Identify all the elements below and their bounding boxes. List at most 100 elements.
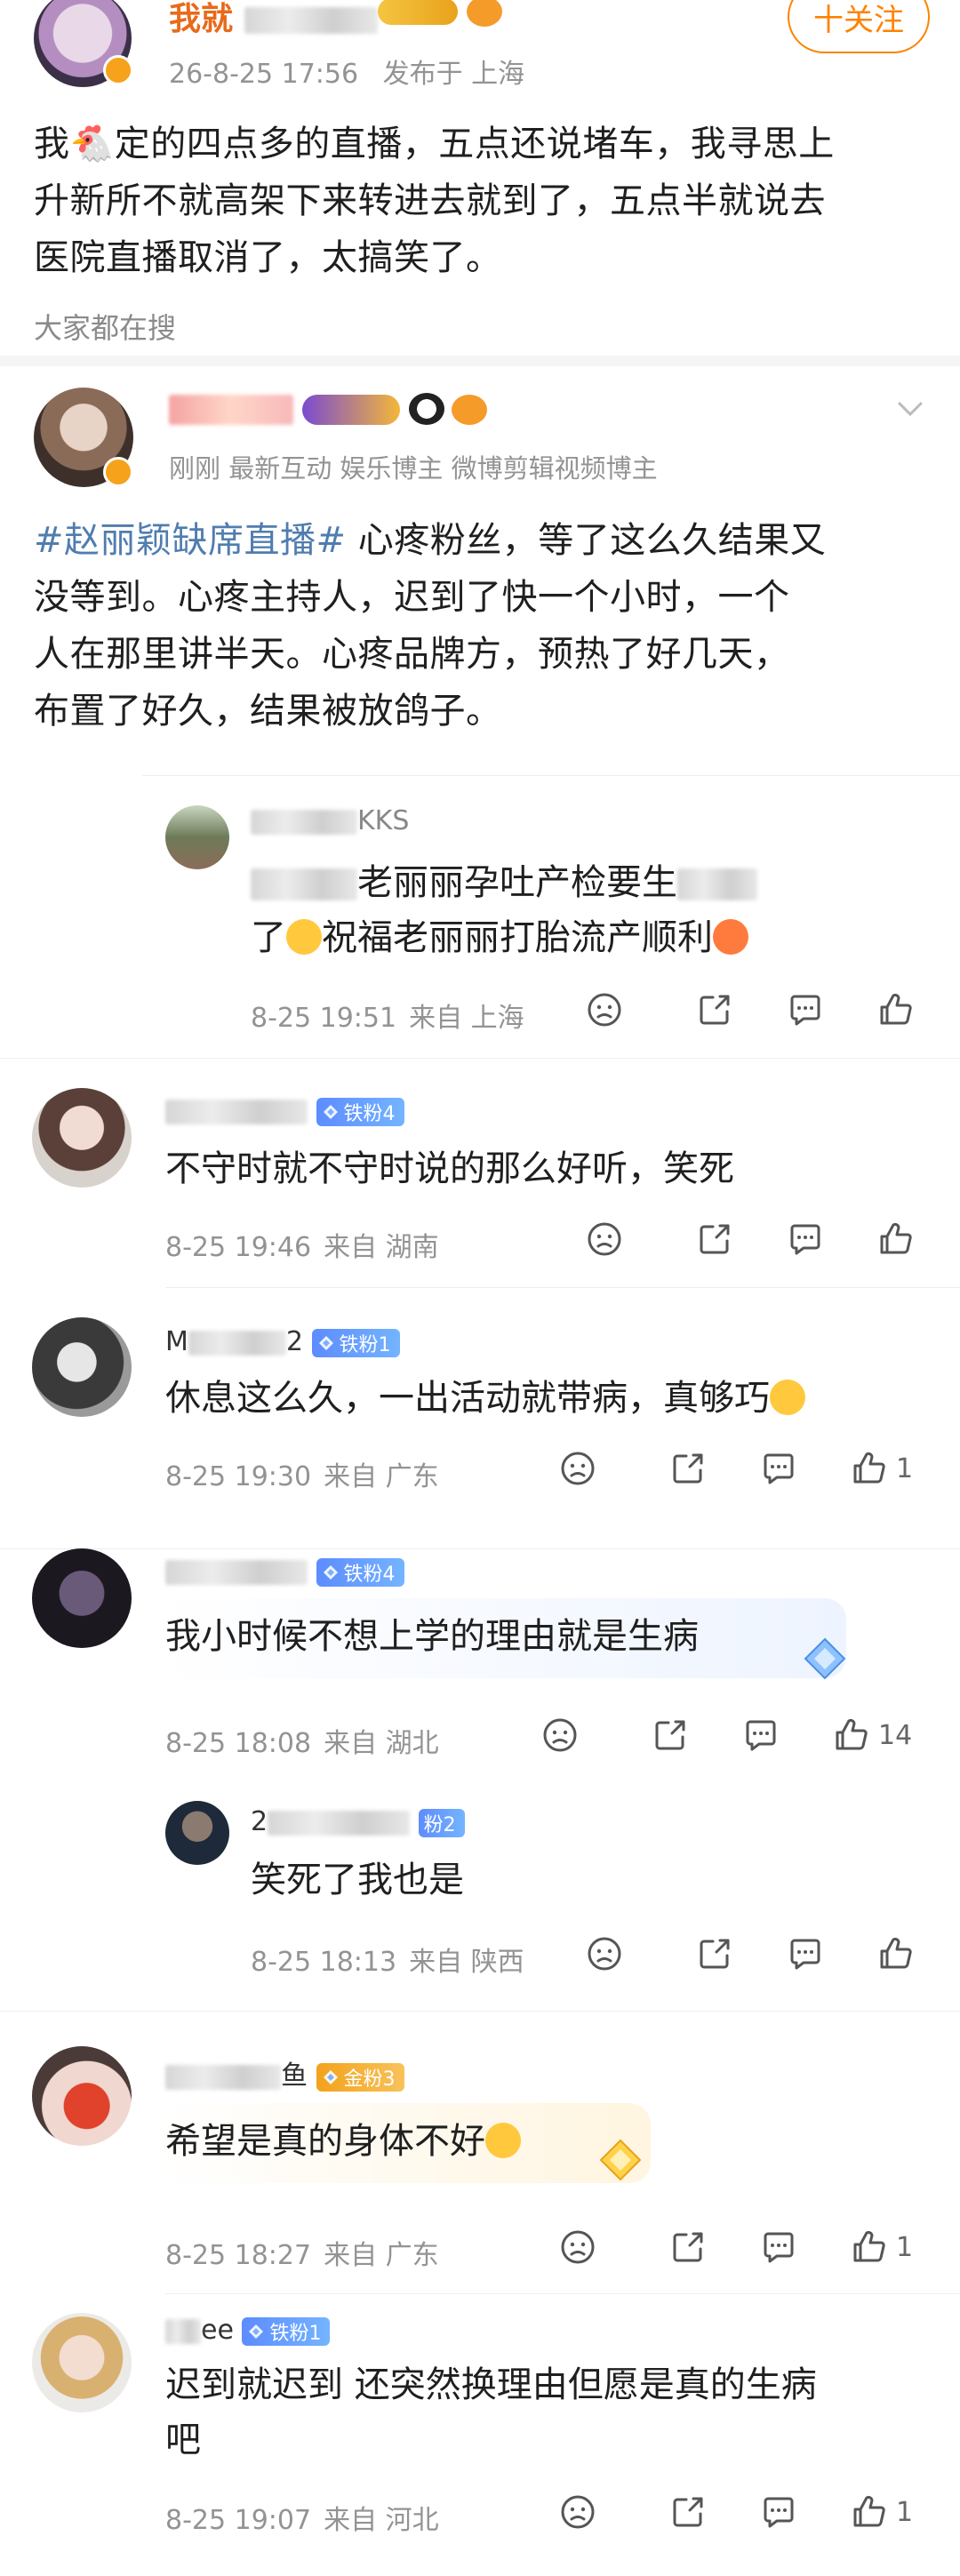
comment-actions [585, 990, 916, 1029]
blurred-username [169, 394, 293, 425]
search-hint[interactable]: 大家都在搜 [34, 306, 176, 347]
commenter-avatar[interactable] [32, 2313, 132, 2412]
diamond-icon [317, 1334, 335, 1352]
topic-link[interactable]: #赵丽颖缺席直播# [34, 520, 347, 561]
share-icon[interactable] [695, 990, 734, 1029]
divider [0, 1548, 960, 1549]
commenter-avatar[interactable] [32, 1317, 132, 1417]
fan-badge: 铁粉1 [311, 1328, 400, 1357]
commenter-avatar[interactable] [165, 1801, 229, 1865]
diamond-icon [247, 2323, 265, 2340]
share-icon[interactable] [668, 1449, 708, 1488]
diamond-icon [322, 1564, 340, 1581]
comment-text: 老丽丽孕吐产检要生 了祝福老丽丽打胎流产顺利 [251, 855, 926, 965]
panda-icon [409, 393, 444, 425]
commenter-avatar[interactable] [165, 805, 229, 869]
divider [0, 1058, 960, 1059]
share-icon[interactable] [668, 2492, 708, 2532]
comment-text: 迟到就迟到 还突然换理由但愿是真的生病 吧 [165, 2364, 817, 2460]
comment-author-name[interactable]: 2 粉2 [251, 1806, 465, 1837]
post-body: 我🐔定的四点多的直播，五点还说堵车，我寻思上 升新所不就高架下来转进去就到了，五… [34, 116, 932, 286]
comment-meta: 8-25 18:08 来自 湖北 [165, 1728, 439, 1759]
post-timestamp: 26-8-25 17:56 [169, 59, 359, 90]
comment-icon[interactable] [786, 1220, 825, 1259]
like-count: 14 [878, 1719, 913, 1751]
comment-meta: 8-25 19:30 来自 广东 [165, 1461, 439, 1492]
dislike-icon[interactable] [558, 2492, 597, 2532]
blurred-text [677, 868, 757, 900]
comment-icon[interactable] [786, 990, 825, 1029]
dislike-icon[interactable] [585, 1220, 624, 1259]
commenter-avatar[interactable] [32, 1548, 132, 1648]
comment-icon[interactable] [759, 1449, 798, 1488]
tongue-emoji-icon [286, 919, 322, 955]
commenter-avatar[interactable] [32, 1088, 132, 1188]
share-icon[interactable] [651, 1716, 690, 1755]
like-icon[interactable] [850, 2228, 889, 2267]
post-location: 发布于 上海 [382, 59, 525, 90]
like-icon[interactable] [876, 1220, 916, 1259]
post2-body: #赵丽颖缺席直播# 心疼粉丝，等了这么久结果又 没等到。心疼主持人，迟到了快一个… [34, 520, 827, 732]
comment-text: 休息这么久，一出活动就带病，真够巧 [165, 1371, 805, 1426]
comment-author-name[interactable]: 鱼 金粉3 [165, 2053, 404, 2092]
blurred-text [251, 868, 357, 900]
post2-author-name[interactable] [169, 393, 487, 425]
post-body-line1: 我🐔定的四点多的直播，五点还说堵车，我寻思上 [34, 124, 835, 164]
comment-actions: 14 [540, 1716, 912, 1755]
comment-author-name[interactable]: ee 铁粉1 [165, 2315, 331, 2346]
dislike-icon[interactable] [585, 1934, 624, 1973]
like-icon[interactable] [876, 1934, 916, 1973]
like-icon[interactable] [832, 1716, 871, 1755]
comment-actions [585, 1934, 916, 1973]
fish-icon [467, 0, 502, 27]
blurred-username [244, 7, 378, 34]
post-author-name[interactable]: 我就 [169, 0, 502, 39]
like-icon[interactable] [876, 990, 916, 1029]
comment-text: 希望是真的身体不好 [165, 2114, 521, 2169]
fish-icon [452, 395, 487, 425]
divider [0, 2011, 960, 2012]
like-count: 1 [896, 1452, 914, 1484]
post-body-line2: 升新所不就高架下来转进去就到了，五点半就说去 [34, 180, 826, 221]
comment-text: 笑死了我也是 [251, 1860, 464, 1900]
blurred-username [251, 809, 357, 835]
comment-author-name[interactable]: 铁粉4 [165, 1556, 404, 1587]
fan-badge: 铁粉1 [242, 2316, 331, 2346]
comment-icon[interactable] [759, 2492, 798, 2532]
follow-button[interactable]: 十关注 [788, 0, 930, 53]
comment-actions: 1 [558, 2228, 913, 2267]
divider [142, 775, 960, 776]
laugh-cry-emoji-icon [485, 2123, 521, 2158]
comment-author-name[interactable]: KKS [251, 805, 409, 836]
dislike-icon[interactable] [558, 1449, 597, 1488]
diamond-icon [322, 2068, 340, 2086]
blurred-username [268, 1810, 411, 1836]
dislike-icon[interactable] [558, 2228, 597, 2267]
post2-meta: 刚刚 最新互动 娱乐博主 微博剪辑视频博主 [169, 453, 658, 484]
vip-badge-icon [378, 0, 458, 25]
comment-author-name[interactable]: 铁粉4 [165, 1095, 404, 1126]
share-icon[interactable] [695, 1220, 734, 1259]
comment-icon[interactable] [741, 1716, 780, 1755]
diamond-sparkle-icon [800, 1634, 850, 1684]
commenter-avatar[interactable] [32, 2046, 132, 2146]
comment-meta: 8-25 18:27 来自 广东 [165, 2240, 439, 2271]
comment-meta: 8-25 18:13 来自 陕西 [251, 1947, 524, 1978]
share-icon[interactable] [668, 2228, 708, 2267]
comment-text: 不守时就不守时说的那么好听，笑死 [165, 1148, 734, 1189]
comment-icon[interactable] [759, 2228, 798, 2267]
divider [165, 1287, 960, 1288]
fan-badge: 粉2 [418, 1808, 465, 1837]
like-icon[interactable] [850, 2492, 889, 2532]
comment-icon[interactable] [786, 1934, 825, 1973]
dislike-icon[interactable] [585, 990, 624, 1029]
comment-author-name[interactable]: M2 铁粉1 [165, 1326, 400, 1357]
blurred-username [165, 2064, 281, 2090]
like-icon[interactable] [850, 1449, 889, 1488]
dislike-icon[interactable] [540, 1716, 580, 1755]
share-icon[interactable] [695, 1934, 734, 1973]
post-meta: 26-8-25 17:56 发布于 上海 [169, 52, 524, 91]
chevron-down-icon[interactable] [892, 391, 928, 427]
comment-actions: 1 [558, 1449, 913, 1488]
like-count: 1 [896, 2496, 914, 2528]
